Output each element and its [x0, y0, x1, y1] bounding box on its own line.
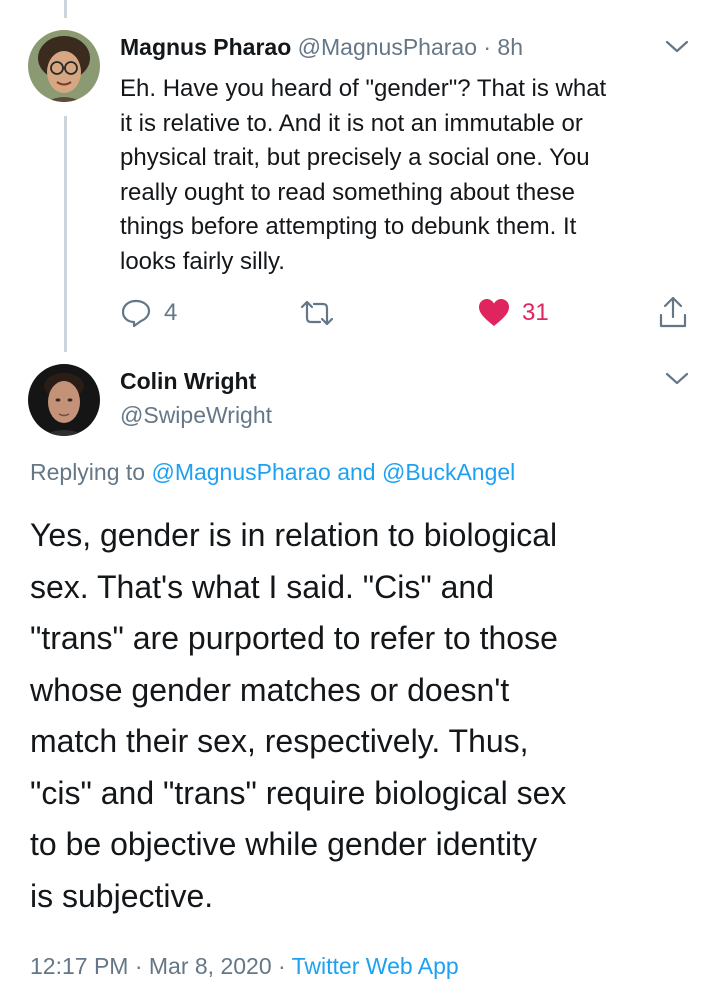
- chevron-down-icon[interactable]: [664, 370, 690, 388]
- avatar-image: [28, 364, 100, 436]
- tweet-text-line: things before attempting to debunk them.…: [120, 213, 577, 240]
- tweet-text-line: "trans" are purported to refer to those: [30, 620, 558, 656]
- author-name[interactable]: Magnus Pharao: [120, 34, 291, 60]
- tweet1-text: Eh. Have you heard of "gender"? That is …: [120, 72, 606, 279]
- tweet2-text: Yes, gender is in relation to biological…: [30, 510, 566, 922]
- tweet-text-line: to be objective while gender identity: [30, 826, 537, 862]
- tweet-text-line: is subjective.: [30, 877, 214, 914]
- tweet1-header: Magnus Pharao @MagnusPharao · 8h: [120, 32, 523, 62]
- tweet-text-line: really ought to read something about the…: [120, 178, 575, 206]
- avatar-image: [28, 30, 100, 102]
- tweet-text-line: Yes, gender is in relation to biological: [30, 517, 558, 553]
- tweet-text-line: looks fairly silly.: [120, 247, 285, 275]
- replying-prefix: Replying to: [30, 459, 152, 485]
- tweet-meta: 12:17 PM · Mar 8, 2020 · Twitter Web App: [30, 950, 459, 982]
- like-count: 31: [522, 299, 549, 326]
- thread-line-top: [64, 0, 67, 18]
- author-handle-time[interactable]: @MagnusPharao · 8h: [298, 34, 523, 60]
- retweet-icon: [300, 300, 334, 326]
- tweet-text-line: match their sex, respectively. Thus,: [30, 723, 529, 759]
- timestamp[interactable]: 12:17 PM · Mar 8, 2020 ·: [30, 953, 292, 979]
- like-icon: [479, 299, 509, 326]
- share-icon: [659, 296, 687, 328]
- tweet-text-line: it is relative to. And it is not an immu…: [120, 109, 583, 137]
- tweet-text-line: sex. That's what I said. "Cis" and: [30, 568, 494, 605]
- replying-to: Replying to @MagnusPharao and @BuckAngel: [30, 456, 515, 488]
- retweet-button[interactable]: [298, 296, 336, 330]
- mention-link[interactable]: @MagnusPharao: [151, 459, 330, 485]
- thread-line: [64, 116, 67, 352]
- tweet-text-line: whose gender matches or doesn't: [30, 671, 510, 708]
- share-button[interactable]: [658, 294, 688, 330]
- author-name[interactable]: Colin Wright: [120, 366, 256, 396]
- avatar-colin[interactable]: [28, 364, 100, 436]
- tweet-source[interactable]: Twitter Web App: [292, 953, 459, 979]
- avatar-magnus[interactable]: [28, 30, 100, 102]
- like-button[interactable]: 31: [478, 296, 549, 330]
- chevron-down-icon[interactable]: [664, 38, 690, 56]
- tweet-text-line: "cis" and "trans" require biological sex: [30, 774, 567, 811]
- tweet-text-line: physical trait, but precisely a social o…: [120, 144, 590, 171]
- mention-link[interactable]: @BuckAngel: [382, 459, 515, 485]
- reply-icon: [121, 299, 151, 328]
- reply-button[interactable]: 4: [120, 296, 177, 330]
- author-handle[interactable]: @SwipeWright: [120, 400, 272, 430]
- tweet-text-line: Eh. Have you heard of "gender"? That is …: [120, 75, 607, 102]
- replying-and[interactable]: and: [331, 459, 382, 485]
- reply-count: 4: [164, 299, 178, 326]
